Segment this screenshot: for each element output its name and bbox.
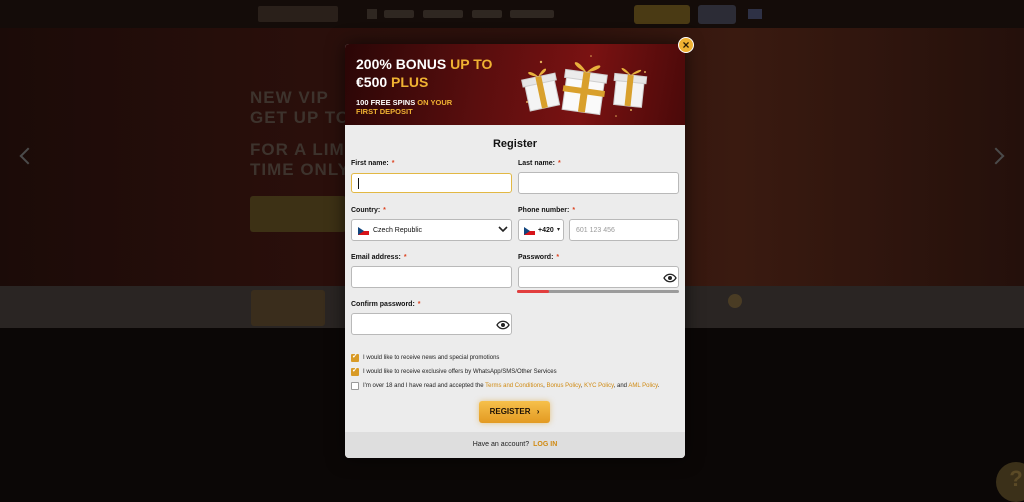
checkmark-icon: ✓ <box>352 367 358 374</box>
terms-conditions-link[interactable]: Terms and Conditions <box>485 383 543 389</box>
required-marker: * <box>383 207 386 214</box>
password-label-text: Password: <box>518 254 554 261</box>
confirm-password-label-text: Confirm password: <box>351 301 415 308</box>
category-card[interactable] <box>251 290 325 326</box>
last-name-field[interactable] <box>518 172 679 194</box>
bonus-amount: €500 <box>356 74 392 90</box>
bonus-sub-accent: ON YOUR <box>417 98 453 107</box>
text-caret <box>358 178 359 189</box>
register-button[interactable]: REGISTER › <box>479 401 550 423</box>
confirm-password-field[interactable] <box>351 313 512 335</box>
email-label-text: Email address: <box>351 254 401 261</box>
nav-item[interactable] <box>510 10 554 18</box>
bonus-banner: 200% BONUS UP TO €500 PLUS 100 FREE SPIN… <box>345 44 685 125</box>
last-name-label: Last name: * <box>518 160 561 167</box>
required-marker: * <box>557 160 561 167</box>
show-password-icon[interactable] <box>663 273 677 283</box>
home-icon[interactable] <box>367 9 377 19</box>
required-marker: * <box>417 301 421 308</box>
country-select[interactable]: Czech Republic <box>351 219 512 241</box>
chevron-down-icon <box>498 224 508 236</box>
terms-suffix: . <box>657 383 660 389</box>
register-modal: 200% BONUS UP TO €500 PLUS 100 FREE SPIN… <box>345 44 685 458</box>
required-marker: * <box>556 254 560 261</box>
login-link[interactable]: LOG IN <box>533 441 557 448</box>
bonus-title-accent: UP TO <box>450 56 493 72</box>
hero-headline-line: TIME ONLY <box>250 160 350 179</box>
bonus-sub-text: 100 FREE SPINS <box>356 98 418 107</box>
phone-number-field[interactable]: 601 123 456 <box>569 219 679 241</box>
gift-boxes-icon <box>521 55 648 117</box>
phone-label-text: Phone number: <box>518 207 570 214</box>
bonus-plus: PLUS <box>391 74 429 90</box>
close-icon[interactable]: × <box>678 37 694 53</box>
terms-separator: , and <box>613 383 629 389</box>
register-button-label: REGISTER <box>489 407 531 416</box>
required-marker: * <box>572 207 576 214</box>
header-signup-button[interactable] <box>634 5 690 24</box>
kyc-policy-link[interactable]: KYC Policy <box>584 383 614 389</box>
bonus-policy-link[interactable]: Bonus Policy <box>547 383 581 389</box>
bonus-title-text: 200% BONUS <box>356 56 451 72</box>
news-promotions-label: I would like to receive news and special… <box>363 355 500 361</box>
login-footer: Have an account? LOG IN <box>345 432 685 458</box>
confirm-password-label: Confirm password: * <box>351 301 421 308</box>
nav-item[interactable] <box>472 10 502 18</box>
terms-label: I'm over 18 and I have read and accepted… <box>363 383 659 389</box>
checkmark-icon: ✓ <box>352 353 358 360</box>
required-marker: * <box>391 160 395 167</box>
help-button[interactable]: ? <box>996 462 1024 502</box>
show-password-icon[interactable] <box>496 320 510 330</box>
exclusive-offers-label: I would like to receive exclusive offers… <box>363 369 557 375</box>
country-label-text: Country: <box>351 207 381 214</box>
czech-flag-icon <box>524 227 535 235</box>
nav-item[interactable] <box>384 10 414 18</box>
password-strength-meter <box>517 290 679 293</box>
password-field[interactable] <box>518 266 679 288</box>
password-label: Password: * <box>518 254 559 261</box>
language-flag-icon[interactable] <box>748 9 762 19</box>
first-name-label: First name: * <box>351 160 394 167</box>
aml-policy-link[interactable]: AML Policy <box>628 383 657 389</box>
czech-flag-icon <box>358 227 369 235</box>
header-login-button[interactable] <box>698 5 736 24</box>
email-label: Email address: * <box>351 254 407 261</box>
phone-country-code: +420 <box>538 227 554 234</box>
caret-down-icon: ▾ <box>557 227 561 233</box>
news-promotions-checkbox[interactable]: ✓ <box>351 353 359 362</box>
terms-checkbox[interactable] <box>351 382 359 390</box>
country-label: Country: * <box>351 207 386 214</box>
phone-label: Phone number: * <box>518 207 575 214</box>
phone-placeholder: 601 123 456 <box>576 227 615 234</box>
site-logo[interactable] <box>258 6 338 22</box>
bonus-sub-accent: FIRST DEPOSIT <box>356 107 413 116</box>
hero-cta-button[interactable] <box>250 196 346 232</box>
required-marker: * <box>403 254 407 261</box>
bonus-title: 200% BONUS UP TO €500 PLUS <box>356 55 526 91</box>
last-name-label-text: Last name: <box>518 160 555 167</box>
have-account-text: Have an account? <box>472 441 530 448</box>
hero-headline-line: GET UP TO <box>250 108 351 127</box>
nav-item[interactable] <box>423 10 463 18</box>
password-strength-fill <box>517 290 550 293</box>
hero-headline-line: NEW VIP <box>250 88 329 107</box>
exclusive-offers-checkbox[interactable]: ✓ <box>351 367 359 376</box>
form-title: Register <box>492 138 538 150</box>
bonus-subtitle: 100 FREE SPINS ON YOUR FIRST DEPOSIT <box>356 98 476 116</box>
chevron-right-icon: › <box>536 407 540 416</box>
category-icon[interactable] <box>728 294 742 308</box>
first-name-field[interactable] <box>351 173 512 193</box>
phone-country-code-select[interactable]: +420 ▾ <box>518 219 564 241</box>
country-value: Czech Republic <box>373 227 423 234</box>
first-name-label-text: First name: <box>351 160 389 167</box>
terms-prefix: I'm over 18 and I have read and accepted… <box>363 383 486 389</box>
email-field[interactable] <box>351 266 512 288</box>
